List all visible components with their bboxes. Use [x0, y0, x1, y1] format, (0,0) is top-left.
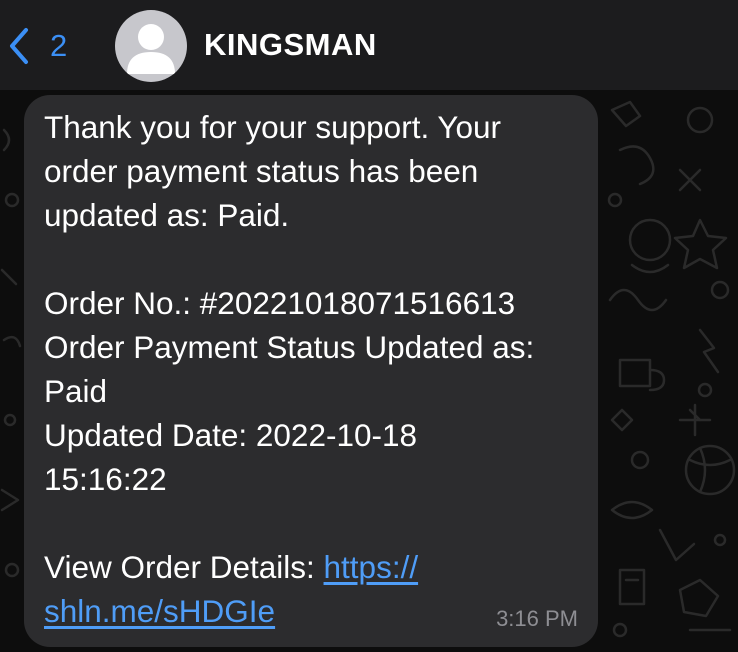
chevron-left-icon — [6, 26, 30, 66]
contact-name[interactable]: KINGSMAN — [204, 27, 377, 63]
message-line: updated as: Paid. — [44, 197, 290, 233]
updated-time: 15:16:22 — [44, 461, 167, 497]
unread-count: 2 — [50, 28, 68, 63]
message-timestamp: 3:16 PM — [496, 606, 578, 631]
chat-header: 2 KINGSMAN — [0, 0, 738, 90]
view-order-label: View Order Details: — [44, 549, 324, 585]
back-button[interactable]: 2 — [6, 22, 67, 70]
view-order-line: View Order Details: https:// — [44, 545, 578, 589]
message-line: Thank you for your support. Your — [44, 109, 502, 145]
order-link[interactable]: https:// — [324, 549, 419, 585]
chat-screen: 2 KINGSMAN Thank you for your support. Y… — [0, 0, 738, 652]
message-bubble[interactable]: Thank you for your support. Your order p… — [24, 95, 598, 647]
message-line: order payment status has been — [44, 153, 479, 189]
avatar[interactable] — [115, 10, 187, 82]
order-link-continued[interactable]: shln.me/sHDGIe — [44, 593, 275, 629]
payment-status-label: Order Payment Status Updated as: — [44, 329, 535, 365]
updated-date: Updated Date: 2022-10-18 — [44, 417, 418, 453]
person-silhouette-icon — [127, 24, 175, 74]
order-number: Order No.: #20221018071516613 — [44, 285, 516, 321]
payment-status-value: Paid — [44, 373, 108, 409]
